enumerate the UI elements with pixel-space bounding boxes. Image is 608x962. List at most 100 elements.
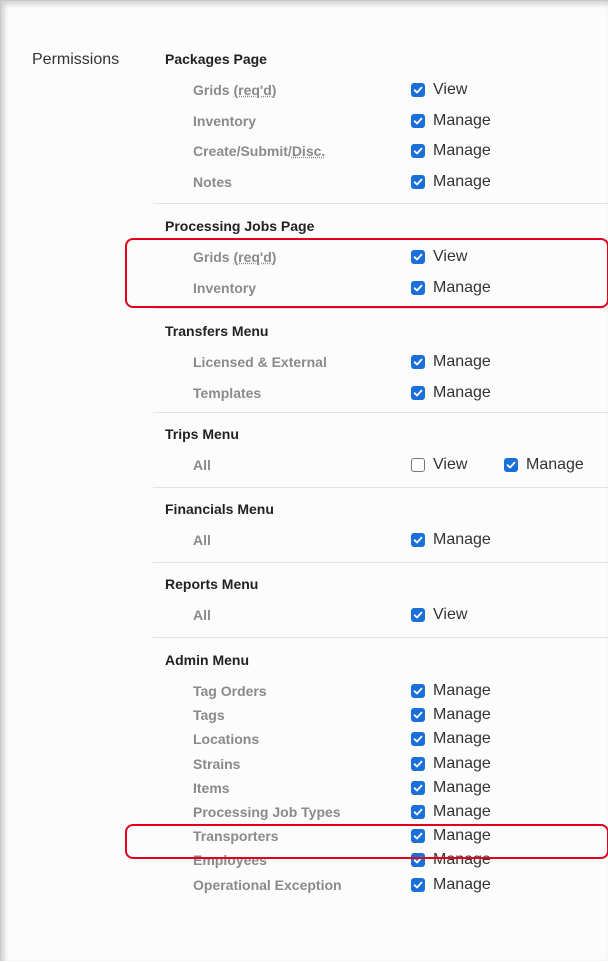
option-view[interactable]: View <box>411 247 467 267</box>
checkbox-checked[interactable] <box>411 533 425 547</box>
checkbox-checked[interactable] <box>411 829 425 844</box>
option-label: Manage <box>433 531 491 548</box>
option-manage[interactable]: Manage <box>411 141 491 161</box>
checkbox-checked[interactable] <box>411 608 425 622</box>
checkbox-checked[interactable] <box>411 144 425 158</box>
checkbox-checked[interactable] <box>411 780 425 795</box>
checkmark-icon <box>413 686 423 696</box>
permission-label-text: Inventory <box>193 112 257 129</box>
option-manage[interactable]: Manage <box>411 111 491 131</box>
checkbox-unchecked[interactable] <box>411 458 425 472</box>
option-manage[interactable]: Manage <box>411 278 491 298</box>
checkbox-checked[interactable] <box>411 250 425 264</box>
checkmark-icon <box>413 831 423 841</box>
checkbox-checked[interactable] <box>411 385 425 400</box>
option-manage[interactable]: Manage <box>411 754 491 774</box>
permission-label-text: Create/Submit/ <box>193 143 292 159</box>
permission-row: Grids (req'd) View <box>153 245 608 269</box>
option-label: Manage <box>433 778 491 796</box>
option-label: Manage <box>433 383 491 401</box>
option-manage[interactable]: Manage <box>411 681 491 701</box>
checkbox-checked[interactable] <box>411 805 425 819</box>
checkmark-icon <box>413 807 423 817</box>
option-manage[interactable]: Manage <box>411 729 491 749</box>
option-manage[interactable]: Manage <box>411 530 491 550</box>
checkbox-checked[interactable] <box>411 708 425 723</box>
section-transfers-menu: Transfers Menu Licensed & External Manage T… <box>153 313 608 413</box>
option-label: Manage <box>433 353 491 370</box>
section-packages-page: Packages Page Grids (req'd) View Inventory M… <box>153 41 608 204</box>
option-manage[interactable]: Manage <box>504 455 584 475</box>
section-reports-menu: Reports Menu All View <box>153 566 608 638</box>
option-manage[interactable]: Manage <box>411 826 491 846</box>
checkbox-checked[interactable] <box>411 355 425 369</box>
option-view[interactable]: View <box>411 80 467 100</box>
checkbox-checked[interactable] <box>411 113 425 128</box>
checkbox-checked[interactable] <box>504 458 518 472</box>
checkmark-icon <box>506 460 516 470</box>
permission-label-text: Grids <box>193 82 234 98</box>
abbreviation-hint[interactable]: (req'd) <box>233 82 276 98</box>
permission-label: Strains <box>193 756 240 772</box>
permission-label-text: Tags <box>193 707 225 724</box>
permission-label: Inventory <box>193 113 256 129</box>
option-view[interactable]: View <box>411 605 467 625</box>
checkbox-checked[interactable] <box>411 684 425 698</box>
permission-row: Notes Manage <box>153 170 608 194</box>
permission-label-text: Tag Orders <box>193 683 267 699</box>
option-manage[interactable]: Manage <box>411 875 491 895</box>
checkmark-icon <box>413 880 423 890</box>
checkbox-checked[interactable] <box>411 83 425 97</box>
option-manage[interactable]: Manage <box>411 778 491 798</box>
checkmark-icon <box>413 783 423 793</box>
option-label: Manage <box>433 278 491 296</box>
checkbox-checked[interactable] <box>411 853 425 868</box>
option-manage[interactable]: Manage <box>411 802 491 822</box>
permission-label: All <box>193 457 211 473</box>
permissions-panel: Permissions Packages Page Grids (req'd) Vi… <box>0 0 608 961</box>
permission-label-text: Grids <box>193 249 234 265</box>
checkmark-icon <box>413 85 423 95</box>
option-label: Manage <box>433 682 491 699</box>
option-label: View <box>433 81 468 98</box>
option-label: View <box>433 606 468 623</box>
option-label: Manage <box>433 754 491 772</box>
option-label: Manage <box>433 706 491 724</box>
permission-label-text: Notes <box>193 173 232 190</box>
permission-label: Grids (req'd) <box>193 249 276 265</box>
checkmark-icon <box>413 283 423 293</box>
option-manage[interactable]: Manage <box>411 383 491 403</box>
option-manage[interactable]: Manage <box>411 172 491 192</box>
section-title: Reports Menu <box>165 576 259 592</box>
abbreviation-hint[interactable]: Disc. <box>292 143 325 159</box>
checkbox-checked[interactable] <box>411 732 425 747</box>
option-view[interactable]: View <box>411 455 467 475</box>
checkbox-checked[interactable] <box>411 280 425 295</box>
option-label: Manage <box>433 851 491 869</box>
permission-label-text: Licensed & External <box>193 354 327 370</box>
checkbox-checked[interactable] <box>411 877 425 892</box>
permission-label: Tag Orders <box>193 683 267 699</box>
checkbox-checked[interactable] <box>411 756 425 771</box>
permission-label: Notes <box>193 174 232 190</box>
option-manage[interactable]: Manage <box>411 705 491 725</box>
checkmark-icon <box>413 710 423 720</box>
checkmark-icon <box>413 357 423 367</box>
option-manage[interactable]: Manage <box>411 850 491 870</box>
abbreviation-hint[interactable]: (req'd) <box>233 249 276 265</box>
permission-row: All View Manage <box>153 453 608 477</box>
option-label: Manage <box>526 456 584 473</box>
checkmark-icon <box>413 734 423 744</box>
section-admin-menu: Admin Menu Tag Orders Manage Tags Manage Loca… <box>153 642 608 962</box>
checkbox-checked[interactable] <box>411 174 425 189</box>
option-label: View <box>433 248 468 265</box>
checkmark-icon <box>413 610 423 620</box>
option-label: View <box>433 456 468 473</box>
section-financials-menu: Financials Menu All Manage <box>153 491 608 563</box>
section-title: Packages Page <box>165 51 267 67</box>
permission-label: Create/Submit/Disc. <box>193 143 325 159</box>
option-manage[interactable]: Manage <box>411 352 491 372</box>
permission-label-text: All <box>193 532 211 548</box>
permission-row: Processing Job Types Manage <box>153 800 608 824</box>
permission-label-text: Locations <box>193 731 260 748</box>
